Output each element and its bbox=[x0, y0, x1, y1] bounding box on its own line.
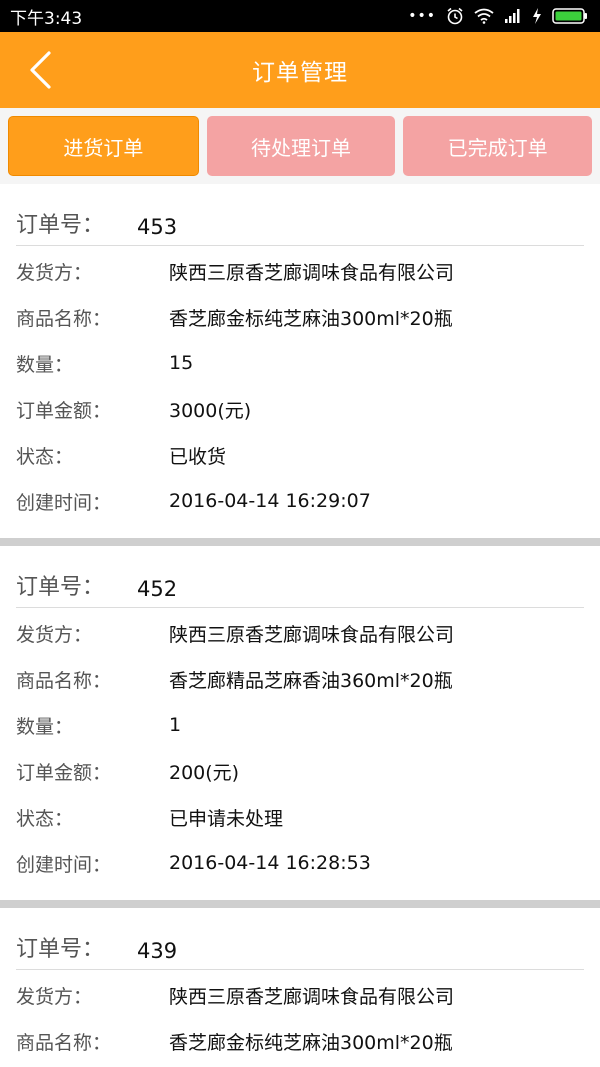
tab-purchase-orders[interactable]: 进货订单 bbox=[8, 116, 199, 176]
amount-value: 3000(元) bbox=[169, 399, 252, 422]
quantity-value: 15 bbox=[169, 352, 194, 374]
created-value: 2016-04-14 16:28:53 bbox=[169, 852, 371, 874]
created-label: 创建时间： bbox=[16, 853, 112, 876]
created-row: 创建时间： 2016-04-14 16:28:53 bbox=[16, 840, 584, 886]
order-number-row: 订单号： 453 bbox=[16, 184, 584, 246]
created-label: 创建时间： bbox=[16, 491, 112, 514]
shipper-row: 发货方： 陕西三原香芝廊调味食品有限公司 bbox=[16, 610, 584, 656]
order-card[interactable]: 订单号： 453 发货方： 陕西三原香芝廊调味食品有限公司 商品名称： 香芝廊金… bbox=[0, 184, 600, 546]
quantity-label: 数量： bbox=[16, 353, 74, 376]
wifi-icon bbox=[474, 8, 494, 24]
shipper-row: 发货方： 陕西三原香芝廊调味食品有限公司 bbox=[16, 248, 584, 294]
battery-icon bbox=[552, 8, 587, 24]
back-button[interactable] bbox=[18, 46, 62, 94]
shipper-row: 发货方： 陕西三原香芝廊调味食品有限公司 bbox=[16, 972, 584, 1018]
shipper-label: 发货方： bbox=[16, 623, 93, 646]
order-list: 订单号： 453 发货方： 陕西三原香芝廊调味食品有限公司 商品名称： 香芝廊金… bbox=[0, 184, 600, 1067]
charging-icon bbox=[533, 8, 541, 24]
product-row: 商品名称： 香芝廊金标纯芝麻油300ml*20瓶 bbox=[16, 1018, 584, 1064]
signal-icon bbox=[505, 9, 520, 23]
quantity-value: 1 bbox=[169, 714, 182, 736]
page-title: 订单管理 bbox=[252, 60, 348, 86]
order-number-value: 439 bbox=[137, 939, 178, 963]
product-row: 商品名称： 香芝廊金标纯芝麻油300ml*20瓶 bbox=[16, 294, 584, 340]
chevron-left-icon bbox=[30, 51, 51, 89]
order-card[interactable]: 订单号： 439 发货方： 陕西三原香芝廊调味食品有限公司 商品名称： 香芝廊金… bbox=[0, 908, 600, 1067]
amount-value: 200(元) bbox=[169, 761, 240, 784]
order-number-label: 订单号： bbox=[16, 937, 105, 962]
amount-label: 订单金额： bbox=[16, 761, 112, 784]
shipper-value: 陕西三原香芝廊调味食品有限公司 bbox=[169, 623, 455, 646]
order-number-value: 453 bbox=[137, 215, 178, 239]
tab-completed-orders[interactable]: 已完成订单 bbox=[403, 116, 593, 176]
order-number-value: 452 bbox=[137, 577, 178, 601]
status-bar: 下午3:43 ••• bbox=[0, 0, 600, 32]
shipper-value: 陕西三原香芝廊调味食品有限公司 bbox=[169, 261, 455, 284]
order-number-label: 订单号： bbox=[16, 213, 105, 238]
quantity-label: 数量： bbox=[16, 715, 74, 738]
state-value: 已申请未处理 bbox=[169, 807, 284, 830]
shipper-label: 发货方： bbox=[16, 985, 93, 1008]
shipper-value: 陕西三原香芝廊调味食品有限公司 bbox=[169, 985, 455, 1008]
shipper-label: 发货方： bbox=[16, 261, 93, 284]
product-value: 香芝廊精品芝麻香油360ml*20瓶 bbox=[169, 669, 453, 692]
alarm-icon bbox=[447, 7, 463, 25]
tab-pending-orders[interactable]: 待处理订单 bbox=[206, 116, 396, 176]
created-row: 创建时间： 2016-04-14 16:29:07 bbox=[16, 478, 584, 524]
created-value: 2016-04-14 16:29:07 bbox=[169, 490, 371, 512]
state-value: 已收货 bbox=[169, 445, 227, 468]
amount-row: 订单金额： 3000(元) bbox=[16, 386, 584, 432]
product-value: 香芝廊金标纯芝麻油300ml*20瓶 bbox=[169, 307, 453, 330]
state-row: 状态： 已收货 bbox=[16, 432, 584, 478]
amount-label: 订单金额： bbox=[16, 399, 112, 422]
order-number-row: 订单号： 452 bbox=[16, 546, 584, 608]
product-row: 商品名称： 香芝廊精品芝麻香油360ml*20瓶 bbox=[16, 656, 584, 702]
amount-row: 订单金额： 200(元) bbox=[16, 748, 584, 794]
product-label: 商品名称： bbox=[16, 1031, 112, 1054]
order-number-row: 订单号： 439 bbox=[16, 908, 584, 970]
more-dots-icon: ••• bbox=[408, 8, 436, 24]
product-value: 香芝廊金标纯芝麻油300ml*20瓶 bbox=[169, 1031, 453, 1054]
status-icons: ••• bbox=[408, 7, 588, 25]
quantity-row: 数量： 1 bbox=[16, 702, 584, 748]
state-row: 状态： 已申请未处理 bbox=[16, 794, 584, 840]
order-tabs: 进货订单 待处理订单 已完成订单 bbox=[0, 108, 600, 184]
product-label: 商品名称： bbox=[16, 669, 112, 692]
status-time: 下午3:43 bbox=[10, 8, 83, 29]
order-number-label: 订单号： bbox=[16, 575, 105, 600]
order-card[interactable]: 订单号： 452 发货方： 陕西三原香芝廊调味食品有限公司 商品名称： 香芝廊精… bbox=[0, 546, 600, 908]
app-bar: 订单管理 bbox=[0, 32, 600, 108]
quantity-row: 数量： 15 bbox=[16, 340, 584, 386]
product-label: 商品名称： bbox=[16, 307, 112, 330]
state-label: 状态： bbox=[16, 807, 74, 830]
state-label: 状态： bbox=[16, 445, 74, 468]
